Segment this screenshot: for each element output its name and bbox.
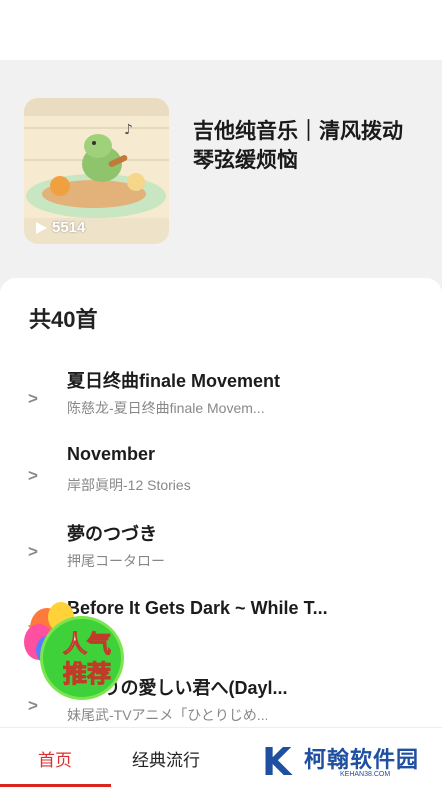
- song-count: 共40首: [29, 307, 98, 332]
- watermark-letter: K: [262, 740, 292, 784]
- song-artist: 妹尾武-TVアニメ「ひとりじめ...: [67, 707, 267, 723]
- play-count: 5514: [36, 219, 85, 236]
- watermark-url: KEHAN38.COM: [340, 771, 391, 778]
- list-item[interactable]: > 夏日终曲finale Movement 陈慈龙-夏日终曲finale Mov…: [0, 367, 442, 437]
- list-item[interactable]: > 夢のつづき 押尾コータロー: [0, 520, 442, 590]
- badge-line-2: 推荐: [63, 661, 112, 689]
- playlist-cover[interactable]: ♪ 5514: [24, 98, 169, 244]
- arrow-icon: >: [28, 542, 38, 561]
- list-item[interactable]: > November 岸部眞明-12 Stories: [0, 444, 442, 514]
- song-name: November: [67, 444, 156, 464]
- tab-classic-pop[interactable]: 经典流行: [132, 746, 200, 771]
- playlist-title: 吉他纯音乐｜清风拨动琴弦缓烦恼: [193, 120, 403, 172]
- arrow-icon: >: [28, 389, 38, 408]
- song-artist: 陈慈龙-夏日终曲finale Movem...: [67, 400, 265, 416]
- song-artist: 岸部眞明-12 Stories: [67, 477, 191, 493]
- tab-home[interactable]: 首页: [38, 746, 72, 771]
- song-name: 夏日终曲finale Movement: [67, 371, 281, 391]
- playlist-header: ♪ 5514 吉他纯音乐｜清风拨动琴弦缓烦恼: [0, 60, 442, 290]
- watermark-logo: K 柯翰软件园 KEHAN38.COM: [242, 737, 442, 787]
- play-count-value: 5514: [52, 219, 86, 236]
- song-name: 夢のつづき: [67, 524, 157, 544]
- arrow-icon: >: [28, 466, 38, 485]
- popular-recommend-badge[interactable]: 人气 推荐: [22, 602, 126, 700]
- badge-label: 人气 推荐: [52, 630, 122, 690]
- watermark-name: 柯翰软件园: [304, 747, 420, 772]
- top-bar: [0, 0, 442, 60]
- play-icon: [36, 221, 47, 234]
- svg-text:♪: ♪: [124, 122, 133, 138]
- badge-line-1: 人气: [63, 631, 112, 659]
- song-artist: 押尾コータロー: [67, 553, 165, 569]
